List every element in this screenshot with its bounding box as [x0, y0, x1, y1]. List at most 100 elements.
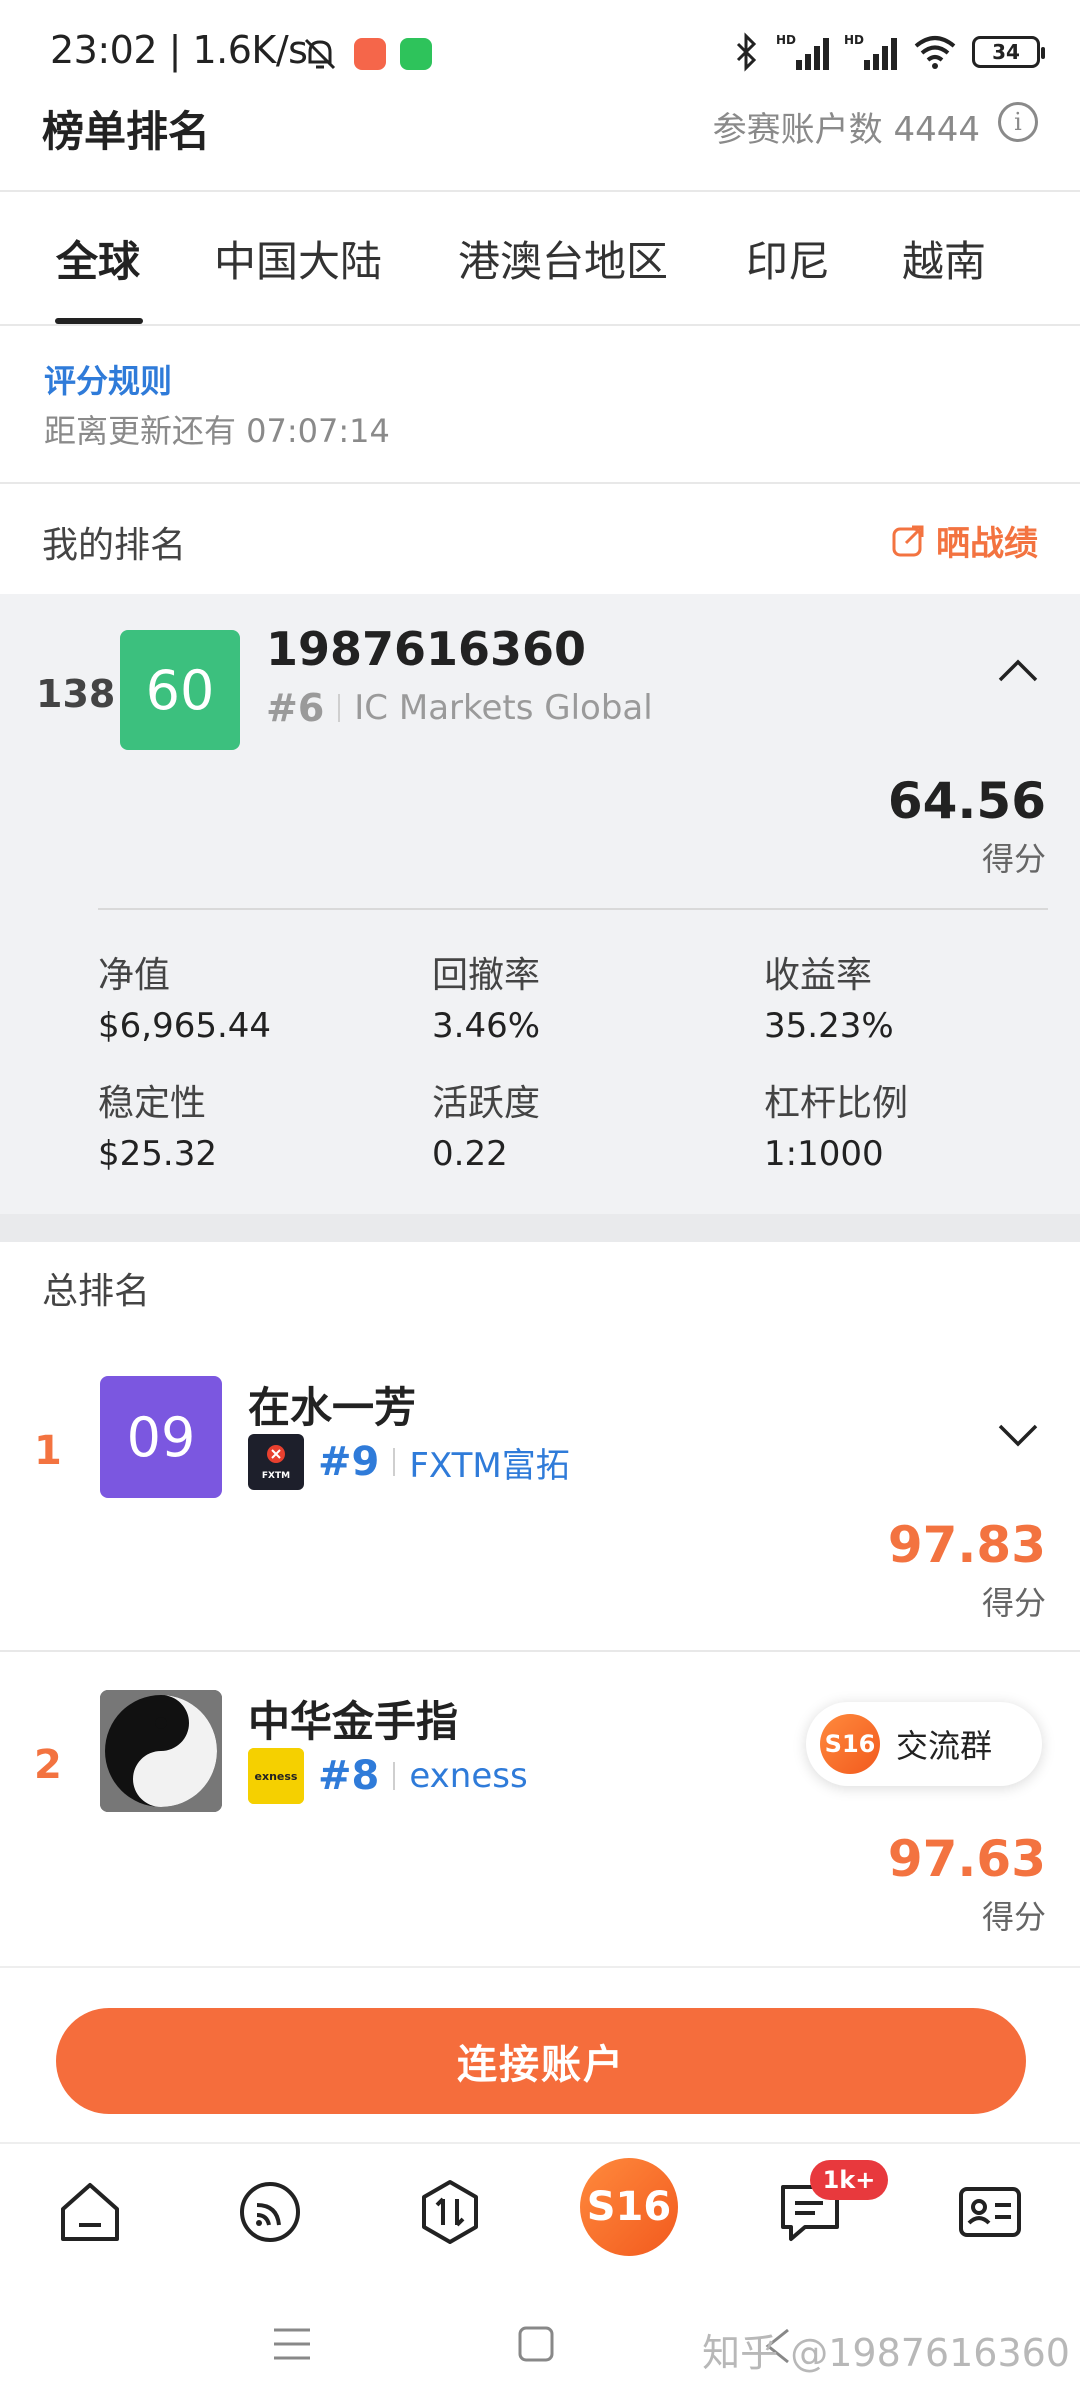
- menu-icon[interactable]: [270, 2324, 314, 2364]
- rank-badge: 09: [100, 1376, 222, 1498]
- update-countdown: 距离更新还有 07:07:14: [44, 412, 390, 450]
- svg-text:HD: HD: [844, 33, 864, 47]
- exness-logo-icon: exness: [248, 1748, 304, 1804]
- rank-number: 1: [34, 1428, 62, 1474]
- trader-name: 中华金手指: [248, 1697, 459, 1746]
- id-card-icon: [959, 2187, 1021, 2237]
- list-item[interactable]: 1 09 在水一芳 FXTM #9 FXTM富拓 97.83 得分: [0, 1336, 1080, 1646]
- tab-global[interactable]: 全球: [56, 228, 140, 289]
- svg-text:HD: HD: [776, 33, 796, 47]
- svg-text:exness: exness: [255, 1770, 298, 1783]
- broker-name[interactable]: exness: [409, 1756, 527, 1796]
- home-square-icon[interactable]: [516, 2324, 556, 2364]
- my-score: 64.56: [887, 772, 1046, 830]
- connect-account-button[interactable]: 连接账户: [56, 2008, 1026, 2114]
- score-label: 得分: [981, 1584, 1046, 1622]
- trader-score: 97.63: [887, 1830, 1046, 1888]
- my-rank-number: 138: [36, 672, 116, 716]
- broker-name[interactable]: FXTM富拓: [409, 1438, 569, 1487]
- page-header: 榜单排名 参赛账户数 4444 i: [0, 90, 1080, 190]
- mute-bell-icon: [304, 38, 336, 70]
- my-rank-header: 我的排名 晒战绩: [0, 484, 1080, 594]
- tab-hk-macau-taiwan[interactable]: 港澳台地区: [458, 228, 668, 289]
- participant-count: 参赛账户数 4444: [712, 110, 980, 150]
- separator: [338, 694, 341, 722]
- stat-label: 稳定性: [98, 1083, 207, 1124]
- rank-number: 2: [34, 1742, 62, 1788]
- stat-value: 0.22: [432, 1134, 508, 1174]
- stat-return: 收益率 35.23%: [764, 946, 894, 1046]
- tab-indonesia[interactable]: 印尼: [746, 228, 830, 289]
- app-notification-icon: [354, 38, 386, 70]
- wifi-icon: [914, 36, 956, 69]
- bluetooth-icon: [736, 32, 757, 72]
- share-icon: [892, 525, 924, 556]
- trader-name: 在水一芳: [248, 1383, 417, 1432]
- total-rank-label: 总排名: [42, 1271, 151, 1312]
- scoring-rules-link[interactable]: 评分规则: [44, 356, 172, 402]
- broker-rank: #9: [318, 1439, 380, 1485]
- my-broker-info: #6 IC Markets Global: [266, 686, 653, 730]
- trader-score: 97.83: [887, 1516, 1046, 1574]
- tab-vietnam[interactable]: 越南: [902, 228, 986, 289]
- section-gap: [0, 1214, 1080, 1242]
- stat-stability: 稳定性 $25.32: [98, 1074, 217, 1174]
- page-title: 榜单排名: [42, 107, 211, 156]
- score-label: 得分: [981, 1898, 1046, 1936]
- svg-text:FXTM: FXTM: [262, 1471, 290, 1481]
- connect-bar: 连接账户: [0, 1966, 1080, 2142]
- stat-value: 35.23%: [764, 1006, 894, 1046]
- stat-value: 1:1000: [764, 1134, 884, 1174]
- wechat-icon: [400, 38, 432, 70]
- stat-label: 活跃度: [432, 1083, 541, 1124]
- stat-drawdown: 回撤率 3.46%: [432, 946, 540, 1046]
- trade-icon: [422, 2180, 478, 2244]
- chat-group-button[interactable]: S16 交流群: [806, 1702, 1042, 1786]
- signal-icon: HD: [776, 33, 829, 70]
- avatar: [100, 1690, 222, 1812]
- nav-profile[interactable]: [950, 2172, 1030, 2252]
- feed-icon: [240, 2182, 300, 2242]
- nav-home[interactable]: [50, 2172, 130, 2252]
- chevron-down-icon[interactable]: [996, 1412, 1040, 1456]
- region-tabs: 全球 中国大陆 港澳台地区 印尼 越南: [0, 192, 1080, 324]
- stat-label: 收益率: [764, 955, 873, 996]
- chevron-up-icon[interactable]: [996, 650, 1040, 694]
- nav-trade[interactable]: [410, 2172, 490, 2252]
- my-rank-card: 138 60 1987616360 #6 IC Markets Global 6…: [0, 594, 1080, 1214]
- my-rank-label: 我的排名: [42, 525, 187, 566]
- home-icon: [61, 2183, 119, 2241]
- stat-value: $6,965.44: [98, 1006, 272, 1046]
- broker-name: IC Markets Global: [354, 688, 653, 728]
- stat-net-value: 净值 $6,965.44: [98, 946, 271, 1046]
- my-account-number: 1987616360: [266, 622, 587, 676]
- stat-value: 3.46%: [432, 1006, 541, 1046]
- broker-rank: #8: [318, 1753, 380, 1799]
- battery-icon: 34: [972, 36, 1045, 68]
- divider: [98, 908, 1048, 910]
- nav-s16[interactable]: S16: [580, 2158, 678, 2256]
- status-notification-icons: [300, 34, 432, 74]
- stat-value: $25.32: [98, 1134, 217, 1174]
- status-bar: 23:02 | 1.6K/s HD HD 34: [0, 0, 1080, 90]
- s16-logo-icon: S16: [820, 1714, 880, 1774]
- signal-icon-2: HD: [844, 33, 897, 70]
- bottom-nav: S16 1k+: [0, 2142, 1080, 2272]
- stat-activity: 活跃度 0.22: [432, 1074, 540, 1174]
- broker-info: exness #8 exness: [248, 1748, 528, 1804]
- share-results-button[interactable]: 晒战绩: [890, 516, 1038, 565]
- rules-section: 评分规则 距离更新还有 07:07:14: [0, 326, 1080, 482]
- separator: [393, 1448, 396, 1476]
- stat-label: 杠杆比例: [764, 1083, 909, 1124]
- info-icon[interactable]: i: [998, 102, 1038, 142]
- list-item[interactable]: 2 中华金手指 exness #8 exness 97.63 得分: [0, 1650, 1080, 1960]
- tab-mainland-china[interactable]: 中国大陆: [214, 228, 382, 289]
- separator: [393, 1762, 396, 1790]
- system-nav-bar: 知乎 @1987616360: [0, 2272, 1080, 2400]
- my-rank-badge: 60: [120, 630, 240, 750]
- share-label: 晒战绩: [936, 524, 1038, 564]
- my-score-label: 得分: [981, 840, 1046, 878]
- stat-label: 净值: [98, 955, 171, 996]
- stat-label: 回撤率: [432, 955, 541, 996]
- nav-feed[interactable]: [230, 2172, 310, 2252]
